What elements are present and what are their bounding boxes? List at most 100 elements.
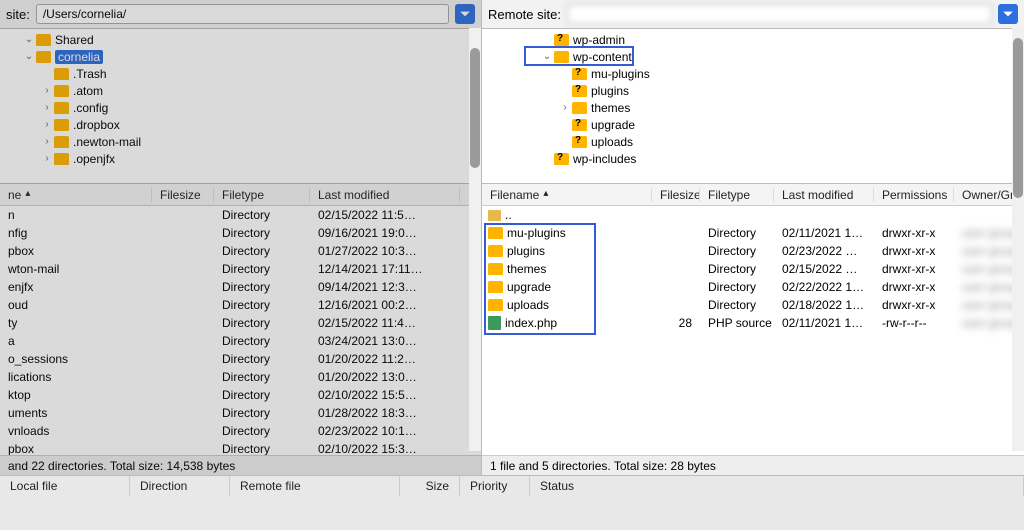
chevron-right-icon[interactable]: ›: [40, 102, 54, 113]
php-file-icon: [488, 316, 501, 330]
file-type: Directory: [214, 226, 310, 240]
folder-icon: [36, 34, 51, 46]
list-item[interactable]: aDirectory03/24/2021 13:0…: [0, 332, 481, 350]
tree-node[interactable]: ·plugins: [482, 82, 1024, 99]
list-item[interactable]: pboxDirectory01/27/2022 10:3…: [0, 242, 481, 260]
local-tree[interactable]: ⌄Shared⌄cornelia·.Trash›.atom›.config›.d…: [0, 29, 481, 184]
remote-site-label: Remote site:: [488, 7, 561, 22]
local-file-headers[interactable]: ne Filesize Filetype Last modified: [0, 184, 481, 206]
tree-node[interactable]: ·uploads: [482, 133, 1024, 150]
list-item[interactable]: nDirectory02/15/2022 11:5…: [0, 206, 481, 224]
tree-node[interactable]: ·upgrade: [482, 116, 1024, 133]
file-type: Directory: [700, 244, 774, 258]
list-item[interactable]: index.php28PHP source02/11/2021 1…-rw-r-…: [482, 314, 1024, 332]
local-file-list[interactable]: nDirectory02/15/2022 11:5…nfigDirectory0…: [0, 206, 481, 455]
list-item[interactable]: oudDirectory12/16/2021 00:2…: [0, 296, 481, 314]
chevron-right-icon[interactable]: ›: [558, 102, 572, 113]
tree-node[interactable]: ⌄ cornelia: [0, 48, 481, 65]
local-scrollbar[interactable]: [469, 28, 481, 451]
remote-scrollbar[interactable]: [1012, 28, 1024, 451]
file-modified: 02/23/2022 …: [774, 244, 874, 258]
tree-node[interactable]: ›.config: [0, 99, 481, 116]
folder-icon: [488, 299, 503, 311]
tree-node[interactable]: ›themes: [482, 99, 1024, 116]
chevron-right-icon[interactable]: ›: [40, 119, 54, 130]
chevron-right-icon[interactable]: ·: [40, 68, 54, 79]
remote-header-name[interactable]: Filename: [482, 188, 652, 202]
list-item[interactable]: tyDirectory02/15/2022 11:4…: [0, 314, 481, 332]
remote-tree[interactable]: ·wp-admin⌄wp-content·mu-plugins·plugins›…: [482, 29, 1024, 184]
tree-node[interactable]: ›.newton-mail: [0, 133, 481, 150]
file-type: Directory: [214, 424, 310, 438]
chevron-right-icon[interactable]: ›: [40, 85, 54, 96]
chevron-right-icon[interactable]: ·: [540, 153, 554, 164]
chevron-right-icon[interactable]: ·: [540, 34, 554, 45]
remote-header-perm[interactable]: Permissions: [874, 188, 954, 202]
list-item[interactable]: uploadsDirectory02/18/2022 1…drwxr-xr-xu…: [482, 296, 1024, 314]
tree-node[interactable]: ›.openjfx: [0, 150, 481, 167]
list-item[interactable]: o_sessionsDirectory01/20/2022 11:2…: [0, 350, 481, 368]
chevron-right-icon[interactable]: ·: [558, 136, 572, 147]
file-modified: 09/14/2021 12:3…: [310, 280, 460, 294]
folder-icon: [572, 102, 587, 114]
local-header-size[interactable]: Filesize: [152, 188, 214, 202]
chevron-right-icon[interactable]: ·: [558, 85, 572, 96]
tree-node[interactable]: ›.atom: [0, 82, 481, 99]
list-item[interactable]: vnloadsDirectory02/23/2022 10:1…: [0, 422, 481, 440]
list-item[interactable]: pboxDirectory02/10/2022 15:3…: [0, 440, 481, 455]
list-item[interactable]: enjfxDirectory09/14/2021 12:3…: [0, 278, 481, 296]
file-type: Directory: [214, 442, 310, 455]
remote-file-headers[interactable]: Filename Filesize Filetype Last modified…: [482, 184, 1024, 206]
remote-file-list[interactable]: ..mu-pluginsDirectory02/11/2021 1…drwxr-…: [482, 206, 1024, 455]
local-path-dropdown[interactable]: [455, 4, 475, 24]
list-item[interactable]: pluginsDirectory02/23/2022 …drwxr-xr-xus…: [482, 242, 1024, 260]
chevron-down-icon[interactable]: ⌄: [22, 34, 36, 45]
file-permissions: -rw-r--r--: [874, 316, 954, 330]
list-item[interactable]: nfigDirectory09/16/2021 19:0…: [0, 224, 481, 242]
split-panels: site: ⌄Shared⌄cornelia·.Trash›.atom›.con…: [0, 0, 1024, 475]
chevron-right-icon[interactable]: ·: [558, 119, 572, 130]
remote-path-input[interactable]: [567, 4, 992, 24]
tree-node[interactable]: ⌄wp-content: [482, 48, 1024, 65]
file-type: Directory: [700, 262, 774, 276]
chevron-down-icon[interactable]: ⌄: [22, 51, 36, 62]
file-permissions: drwxr-xr-x: [874, 262, 954, 276]
chevron-right-icon[interactable]: ·: [558, 68, 572, 79]
tree-node-label: cornelia: [55, 50, 103, 64]
tree-node[interactable]: ·wp-admin: [482, 31, 1024, 48]
tree-node[interactable]: ·mu-plugins: [482, 65, 1024, 82]
list-item[interactable]: wton-mailDirectory12/14/2021 17:11…: [0, 260, 481, 278]
remote-header-size[interactable]: Filesize: [652, 188, 700, 202]
local-header-modified[interactable]: Last modified: [310, 188, 460, 202]
local-path-input[interactable]: [36, 4, 449, 24]
tree-node[interactable]: ›.dropbox: [0, 116, 481, 133]
queue-header-size[interactable]: Size: [400, 476, 460, 496]
file-name: uments: [0, 406, 152, 420]
queue-header-status[interactable]: Status: [530, 476, 1024, 496]
file-modified: 01/27/2022 10:3…: [310, 244, 460, 258]
remote-header-type[interactable]: Filetype: [700, 188, 774, 202]
chevron-right-icon[interactable]: ›: [40, 153, 54, 164]
local-header-name[interactable]: ne: [0, 188, 152, 202]
chevron-down-icon[interactable]: ⌄: [540, 51, 554, 62]
list-item[interactable]: licationsDirectory01/20/2022 13:0…: [0, 368, 481, 386]
file-modified: 02/18/2022 1…: [774, 298, 874, 312]
queue-header-remote[interactable]: Remote file: [230, 476, 400, 496]
local-header-type[interactable]: Filetype: [214, 188, 310, 202]
remote-path-dropdown[interactable]: [998, 4, 1018, 24]
tree-node[interactable]: ⌄Shared: [0, 31, 481, 48]
list-item[interactable]: ktopDirectory02/10/2022 15:5…: [0, 386, 481, 404]
list-item[interactable]: themesDirectory02/15/2022 …drwxr-xr-xuse…: [482, 260, 1024, 278]
queue-header-priority[interactable]: Priority: [460, 476, 530, 496]
queue-header-direction[interactable]: Direction: [130, 476, 230, 496]
queue-header-local[interactable]: Local file: [0, 476, 130, 496]
list-item[interactable]: umentsDirectory01/28/2022 18:3…: [0, 404, 481, 422]
tree-node[interactable]: ·.Trash: [0, 65, 481, 82]
list-item[interactable]: ..: [482, 206, 1024, 224]
list-item[interactable]: upgradeDirectory02/22/2022 1…drwxr-xr-xu…: [482, 278, 1024, 296]
tree-node[interactable]: ·wp-includes: [482, 150, 1024, 167]
list-item[interactable]: mu-pluginsDirectory02/11/2021 1…drwxr-xr…: [482, 224, 1024, 242]
remote-header-modified[interactable]: Last modified: [774, 188, 874, 202]
file-type: Directory: [214, 370, 310, 384]
chevron-right-icon[interactable]: ›: [40, 136, 54, 147]
